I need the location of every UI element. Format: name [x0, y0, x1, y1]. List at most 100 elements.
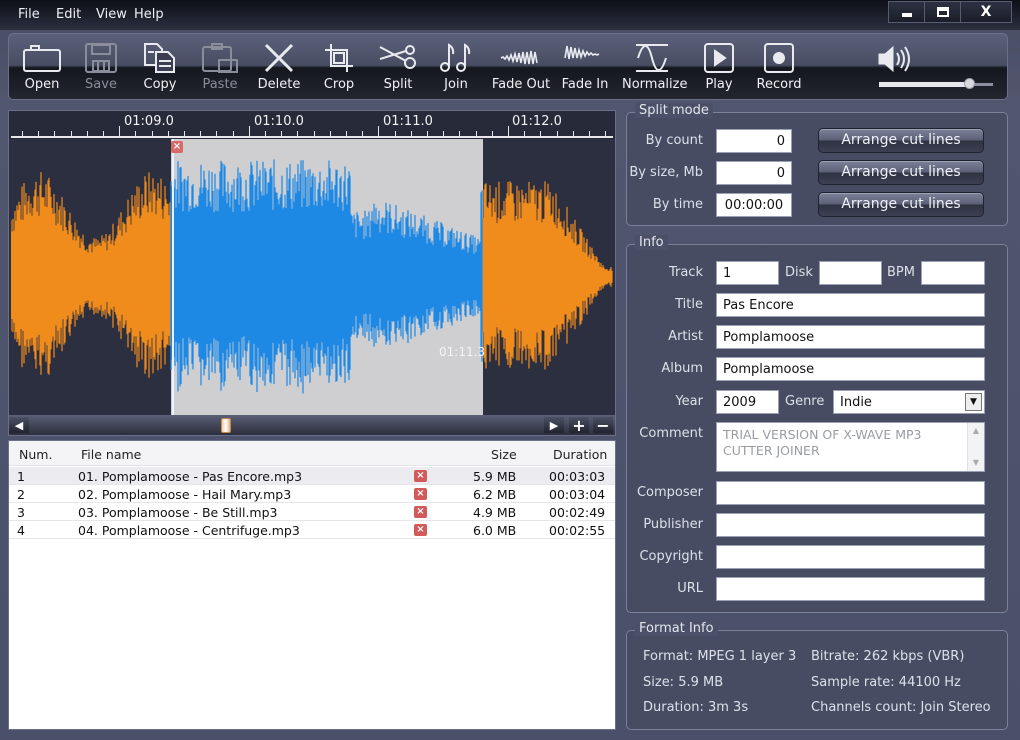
url-label: URL	[677, 581, 703, 596]
file-size: 5.9 MB	[473, 469, 517, 484]
delete-button[interactable]: Delete	[249, 40, 309, 98]
zoom-out-button[interactable]: −	[593, 416, 613, 435]
publisher-input[interactable]	[716, 513, 985, 537]
file-size: 6.2 MB	[473, 487, 517, 502]
crop-button[interactable]: Crop	[309, 40, 369, 98]
ruler-tick	[540, 131, 542, 136]
file-duration: 00:02:55	[549, 523, 606, 538]
copyright-label: Copyright	[639, 549, 703, 564]
file-row[interactable]: 1 01. Pomplamoose - Pas Encore.mp3 × 5.9…	[9, 467, 615, 485]
ruler-tick	[427, 131, 428, 136]
fade-in-label: Fade In	[561, 77, 609, 92]
app-window: File Edit View Help X Open Save Copy Pas…	[0, 0, 1020, 740]
composer-input[interactable]	[716, 481, 985, 505]
waveform-canvas[interactable]: × 01:11.3	[11, 139, 613, 415]
remove-file-icon[interactable]: ×	[414, 506, 427, 518]
scroll-thumb[interactable]	[221, 418, 231, 433]
copy-icon	[144, 43, 175, 73]
normalize-button[interactable]: Normalize	[622, 40, 687, 98]
volume-thumb[interactable]	[964, 78, 976, 89]
url-input[interactable]	[716, 577, 985, 601]
fade-out-button[interactable]: Fade Out	[491, 40, 551, 98]
genre-select[interactable]: Indie ▼	[833, 390, 985, 414]
waveform-scrollbar[interactable]: ◀ ▶ + −	[9, 415, 615, 435]
volume-button[interactable]	[877, 44, 913, 77]
track-input[interactable]: 1	[716, 261, 779, 285]
arrange-cut-lines-time-button[interactable]: Arrange cut lines	[818, 192, 984, 217]
fade-in-wave-icon	[564, 45, 600, 60]
column-duration[interactable]: Duration	[553, 447, 607, 462]
file-row[interactable]: 2 02. Pomplamoose - Hail Mary.mp3 × 6.2 …	[9, 485, 615, 503]
column-num[interactable]: Num.	[19, 447, 52, 462]
window-controls: X	[888, 1, 1012, 23]
column-size[interactable]: Size	[491, 447, 517, 462]
paste-button[interactable]: Paste	[190, 40, 250, 98]
column-file-name[interactable]: File name	[81, 447, 141, 462]
remove-file-icon[interactable]: ×	[414, 488, 427, 500]
zoom-in-button[interactable]: +	[569, 416, 589, 435]
channels-value: Channels count: Join Stereo	[811, 700, 991, 715]
file-size: 4.9 MB	[473, 505, 517, 520]
title-input[interactable]: Pas Encore	[716, 293, 985, 317]
scroll-right-button[interactable]: ▶	[544, 417, 564, 433]
x-icon	[264, 43, 294, 73]
sample-rate-value: Sample rate: 44100 Hz	[811, 675, 961, 690]
record-button[interactable]: Record	[749, 40, 809, 98]
copyright-input[interactable]	[716, 545, 985, 569]
menu-file[interactable]: File	[18, 7, 40, 22]
split-label: Split	[383, 77, 413, 92]
volume-slider[interactable]	[879, 78, 993, 89]
album-input[interactable]: Pomplamoose	[716, 357, 985, 381]
ruler-tick	[410, 131, 412, 136]
time-ruler[interactable]: 01:09.0 01:10.0 01:11.0 01:12.0	[9, 111, 615, 139]
comment-textarea[interactable]: TRIAL VERSION OF X-WAVE MP3 CUTTER JOINE…	[716, 422, 985, 472]
year-input[interactable]: 2009	[716, 390, 779, 414]
remove-file-icon[interactable]: ×	[414, 524, 427, 536]
file-row[interactable]: 4 04. Pomplamoose - Centrifuge.mp3 × 6.0…	[9, 521, 615, 539]
split-button[interactable]: Split	[368, 40, 428, 98]
ruler-tick	[443, 131, 445, 136]
by-count-label: By count	[645, 133, 703, 148]
file-row[interactable]: 3 03. Pomplamoose - Be Still.mp3 × 4.9 M…	[9, 503, 615, 521]
by-count-input[interactable]: 0	[716, 129, 792, 153]
by-time-input[interactable]: 00:00:00	[716, 193, 792, 217]
track-label: Track	[668, 265, 703, 280]
arrange-cut-lines-count-button[interactable]: Arrange cut lines	[818, 128, 984, 153]
publisher-label: Publisher	[643, 517, 703, 532]
copy-button[interactable]: Copy	[130, 40, 190, 98]
menu-view[interactable]: View	[96, 7, 127, 22]
ruler-tick	[459, 131, 461, 136]
chevron-down-icon[interactable]: ▼	[965, 393, 982, 411]
close-button[interactable]: X	[961, 2, 1011, 22]
remove-file-icon[interactable]: ×	[414, 470, 427, 482]
open-button[interactable]: Open	[12, 40, 72, 98]
info-group: Info Track 1 Disk BPM Title Pas Encore A…	[626, 235, 1008, 613]
file-size: 6.0 MB	[473, 523, 517, 538]
volume-fill	[879, 82, 971, 87]
arrange-cut-lines-size-button[interactable]: Arrange cut lines	[818, 160, 984, 185]
save-button[interactable]: Save	[71, 40, 131, 98]
menu-help[interactable]: Help	[134, 7, 164, 22]
file-list-header: Num. File name Size Duration	[9, 441, 615, 466]
file-num: 4	[17, 523, 25, 538]
file-duration: 00:03:04	[549, 487, 606, 502]
ruler-tick	[572, 131, 574, 136]
close-icon: X	[980, 4, 992, 20]
scroll-left-button[interactable]: ◀	[9, 417, 29, 433]
menu-edit[interactable]: Edit	[56, 7, 81, 22]
maximize-button[interactable]	[925, 2, 961, 22]
comment-scrollbar[interactable]: ▲ ▼	[967, 423, 984, 471]
ruler-label: 01:10.0	[254, 114, 304, 129]
selection-marker-close-icon[interactable]: ×	[171, 141, 183, 153]
join-button[interactable]: Join	[426, 40, 486, 98]
ruler-tick	[556, 131, 558, 136]
ruler-tick	[394, 131, 396, 136]
bpm-input[interactable]	[921, 261, 985, 285]
fade-in-button[interactable]: Fade In	[555, 40, 615, 98]
minimize-button[interactable]	[889, 2, 925, 22]
artist-input[interactable]: Pomplamoose	[716, 325, 985, 349]
play-button[interactable]: Play	[689, 40, 749, 98]
disk-input[interactable]	[819, 261, 882, 285]
ruler-tick	[22, 131, 23, 136]
by-size-input[interactable]: 0	[716, 161, 792, 185]
